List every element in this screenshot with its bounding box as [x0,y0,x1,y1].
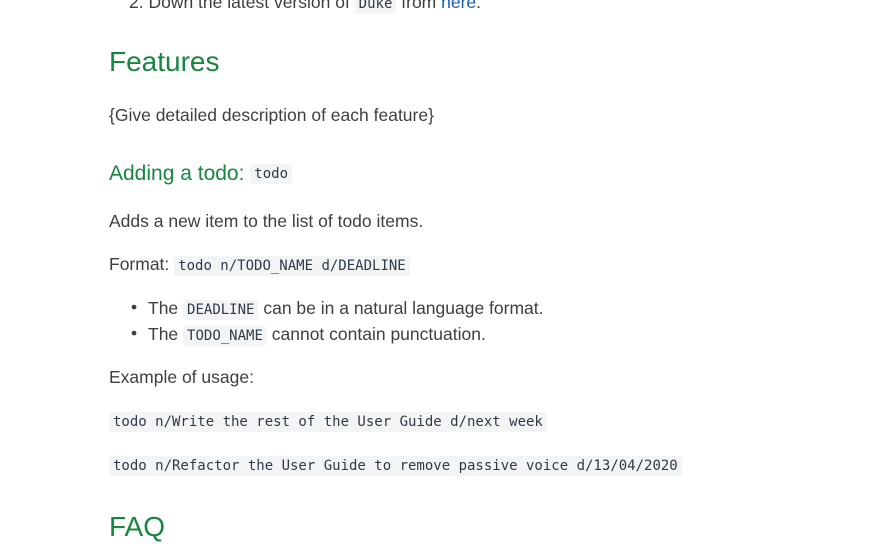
faq-heading: FAQ [109,511,166,542]
format-line: Format: todo n/TODO_NAME d/DEADLINE [109,254,410,276]
features-description: {Give detailed description of each featu… [109,105,434,125]
duke-code: Duke [354,0,397,14]
example-label: Example of usage: [109,367,254,387]
bullet-dot: • [131,323,138,343]
format-code: todo n/TODO_NAME d/DEADLINE [174,256,410,276]
install-step-middle: from [396,0,442,12]
example-code-text: todo n/Write the rest of the User Guide … [109,412,547,432]
user-guide-page: 2. Down the latest version of Duke from … [0,0,881,544]
deadline-code: DEADLINE [183,300,259,320]
install-step-prefix: 2. Down the latest version of [129,0,355,12]
todo-heading-code: todo [250,164,292,184]
features-heading: Features [109,46,220,77]
adding-todo-heading: Adding a todo: todo [109,162,292,186]
here-link[interactable]: here [441,0,476,12]
example-code-1: todo n/Write the rest of the User Guide … [109,412,547,432]
format-label: Format: [109,254,175,274]
bullet-text: The DEADLINE can be in a natural languag… [148,298,544,320]
install-step: 2. Down the latest version of Duke from … [129,0,482,14]
bullet-suffix: can be in a natural language format. [258,298,544,318]
example-code-text: todo n/Refactor the User Guide to remove… [109,456,682,476]
bullet-prefix: The [148,298,184,318]
todo-description: Adds a new item to the list of todo item… [109,211,424,231]
adding-todo-heading-text: Adding a todo: [109,162,251,185]
example-code-2: todo n/Refactor the User Guide to remove… [109,456,682,476]
bullet-dot: • [131,297,138,317]
todo-name-code: TODO_NAME [183,326,267,346]
install-step-suffix: . [476,0,482,12]
bullet-prefix: The [148,324,184,344]
bullet-text: The TODO_NAME cannot contain punctuation… [148,324,486,346]
bullet-suffix: cannot contain punctuation. [266,324,486,344]
